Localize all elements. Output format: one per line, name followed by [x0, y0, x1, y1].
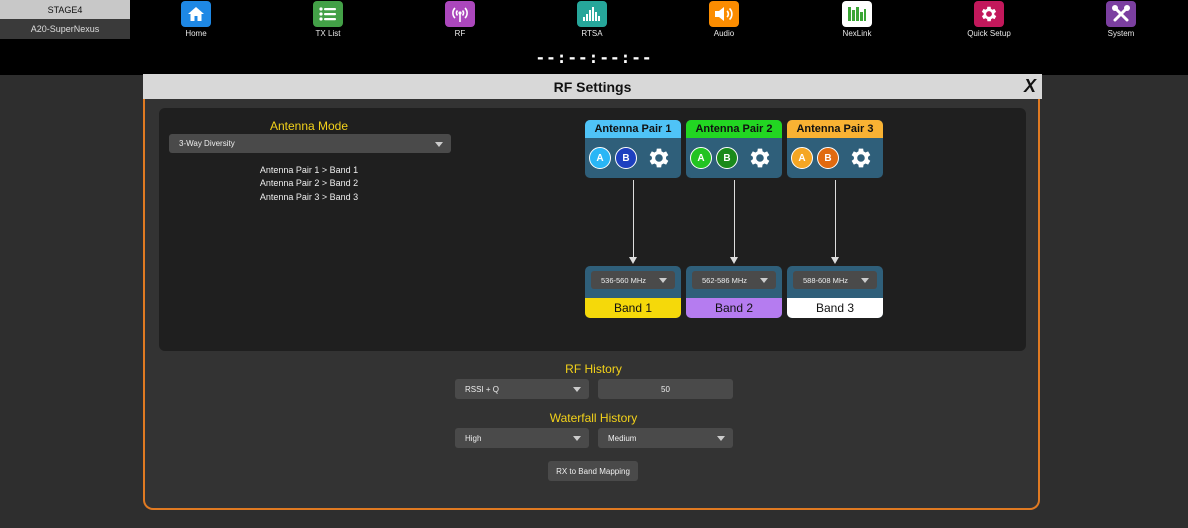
dialog-title: RF Settings — [553, 78, 632, 95]
timecode-display: --:--:--:-- — [0, 39, 1188, 75]
band-1-frequency-dropdown[interactable]: 536-560 MHz — [591, 271, 675, 289]
band-1-frequency: 536-560 MHz — [601, 275, 647, 285]
mapping-line-2: Antenna Pair 2 > Band 2 — [259, 178, 359, 188]
band-2-frequency-dropdown[interactable]: 562-586 MHz — [692, 271, 776, 289]
nav-system[interactable]: System — [1091, 1, 1151, 38]
antenna-config-panel: Antenna Mode 3-Way Diversity Antenna Pai… — [159, 108, 1026, 351]
antenna-pair-2: Antenna Pair 2 A B — [686, 120, 782, 178]
antenna-b-button[interactable]: B — [817, 147, 839, 169]
nav-system-label: System — [1107, 29, 1135, 38]
band-3-label: Band 3 — [787, 298, 883, 318]
gear-icon[interactable] — [746, 145, 772, 171]
chevron-down-icon — [659, 278, 667, 283]
speaker-icon — [709, 1, 739, 27]
chevron-down-icon — [861, 278, 869, 283]
mapping-arrow — [633, 180, 634, 258]
list-icon — [313, 1, 343, 27]
rf-history-title: RF History — [565, 362, 622, 376]
chevron-down-icon — [573, 436, 581, 441]
nav-home-label: Home — [185, 29, 207, 38]
mapping-line-3: Antenna Pair 3 > Band 3 — [259, 192, 359, 202]
band-2-label: Band 2 — [686, 298, 782, 318]
tools-icon — [1106, 1, 1136, 27]
antenna-mode-value: 3-Way Diversity — [179, 139, 235, 148]
chevron-down-icon — [760, 278, 768, 283]
waterfall-speed-value: High — [465, 433, 482, 443]
gear-icon[interactable] — [847, 145, 873, 171]
chevron-down-icon — [573, 387, 581, 392]
nav-tx-list-label: TX List — [315, 29, 341, 38]
gear-icon — [974, 1, 1004, 27]
rx-to-band-mapping-button[interactable]: RX to Band Mapping — [548, 461, 638, 481]
nav-audio-label: Audio — [713, 29, 735, 38]
antenna-pair-3-header: Antenna Pair 3 — [787, 120, 883, 138]
antenna-mode-dropdown[interactable]: 3-Way Diversity — [169, 134, 451, 153]
antenna-pair-3: Antenna Pair 3 A B — [787, 120, 883, 178]
antenna-pair-1: Antenna Pair 1 A B — [585, 120, 681, 178]
spectrum-icon — [577, 1, 607, 27]
arrow-down-icon — [831, 257, 839, 264]
mapping-line-1: Antenna Pair 1 > Band 1 — [259, 165, 359, 175]
device-selector[interactable]: STAGE4 A20-SuperNexus — [0, 0, 130, 39]
nav-rtsa-label: RTSA — [581, 29, 603, 38]
top-navigation-bar: STAGE4 A20-SuperNexus Home TX List RF RT… — [0, 0, 1188, 39]
rf-settings-dialog: RF Settings X Antenna Mode 3-Way Diversi… — [143, 74, 1042, 510]
mapping-arrow — [835, 180, 836, 258]
arrow-down-icon — [730, 257, 738, 264]
waterfall-history-title: Waterfall History — [549, 411, 638, 425]
device-name-label: A20-SuperNexus — [0, 19, 130, 39]
rf-history-mode-value: RSSI + Q — [465, 384, 500, 394]
close-button[interactable]: X — [1024, 76, 1036, 97]
chevron-down-icon — [435, 141, 443, 147]
dialog-header: RF Settings X — [143, 74, 1042, 99]
nav-home[interactable]: Home — [166, 1, 226, 38]
nav-rtsa[interactable]: RTSA — [562, 1, 622, 38]
arrow-down-icon — [629, 257, 637, 264]
antenna-b-button[interactable]: B — [615, 147, 637, 169]
antenna-mode-title: Antenna Mode — [269, 119, 349, 133]
nav-quick-setup[interactable]: Quick Setup — [959, 1, 1019, 38]
rf-history-value-input[interactable]: 50 — [598, 379, 733, 399]
antenna-a-button[interactable]: A — [791, 147, 813, 169]
antenna-pair-2-header: Antenna Pair 2 — [686, 120, 782, 138]
antenna-icon — [445, 1, 475, 27]
nav-nexlink-label: NexLink — [842, 29, 872, 38]
chevron-down-icon — [717, 436, 725, 441]
antenna-pair-1-header: Antenna Pair 1 — [585, 120, 681, 138]
mapping-arrow — [734, 180, 735, 258]
band-1: 536-560 MHz Band 1 — [585, 266, 681, 318]
band-3-frequency: 588-608 MHz — [803, 275, 849, 285]
band-1-label: Band 1 — [585, 298, 681, 318]
band-3-frequency-dropdown[interactable]: 588-608 MHz — [793, 271, 877, 289]
antenna-b-button[interactable]: B — [716, 147, 738, 169]
rf-history-mode-dropdown[interactable]: RSSI + Q — [455, 379, 589, 399]
waterfall-level-dropdown[interactable]: Medium — [598, 428, 733, 448]
device-stage-label: STAGE4 — [0, 0, 130, 19]
nav-rf[interactable]: RF — [430, 1, 490, 38]
gear-icon[interactable] — [645, 145, 671, 171]
band-3: 588-608 MHz Band 3 — [787, 266, 883, 318]
band-2-frequency: 562-586 MHz — [702, 275, 748, 285]
nexlink-icon — [842, 1, 872, 27]
home-icon — [181, 1, 211, 27]
nav-rf-label: RF — [454, 29, 466, 38]
nav-quick-setup-label: Quick Setup — [967, 29, 1011, 38]
antenna-a-button[interactable]: A — [690, 147, 712, 169]
nav-nexlink[interactable]: NexLink — [827, 1, 887, 38]
waterfall-level-value: Medium — [608, 433, 637, 443]
nav-tx-list[interactable]: TX List — [298, 1, 358, 38]
nav-audio[interactable]: Audio — [694, 1, 754, 38]
antenna-a-button[interactable]: A — [589, 147, 611, 169]
waterfall-speed-dropdown[interactable]: High — [455, 428, 589, 448]
band-2: 562-586 MHz Band 2 — [686, 266, 782, 318]
